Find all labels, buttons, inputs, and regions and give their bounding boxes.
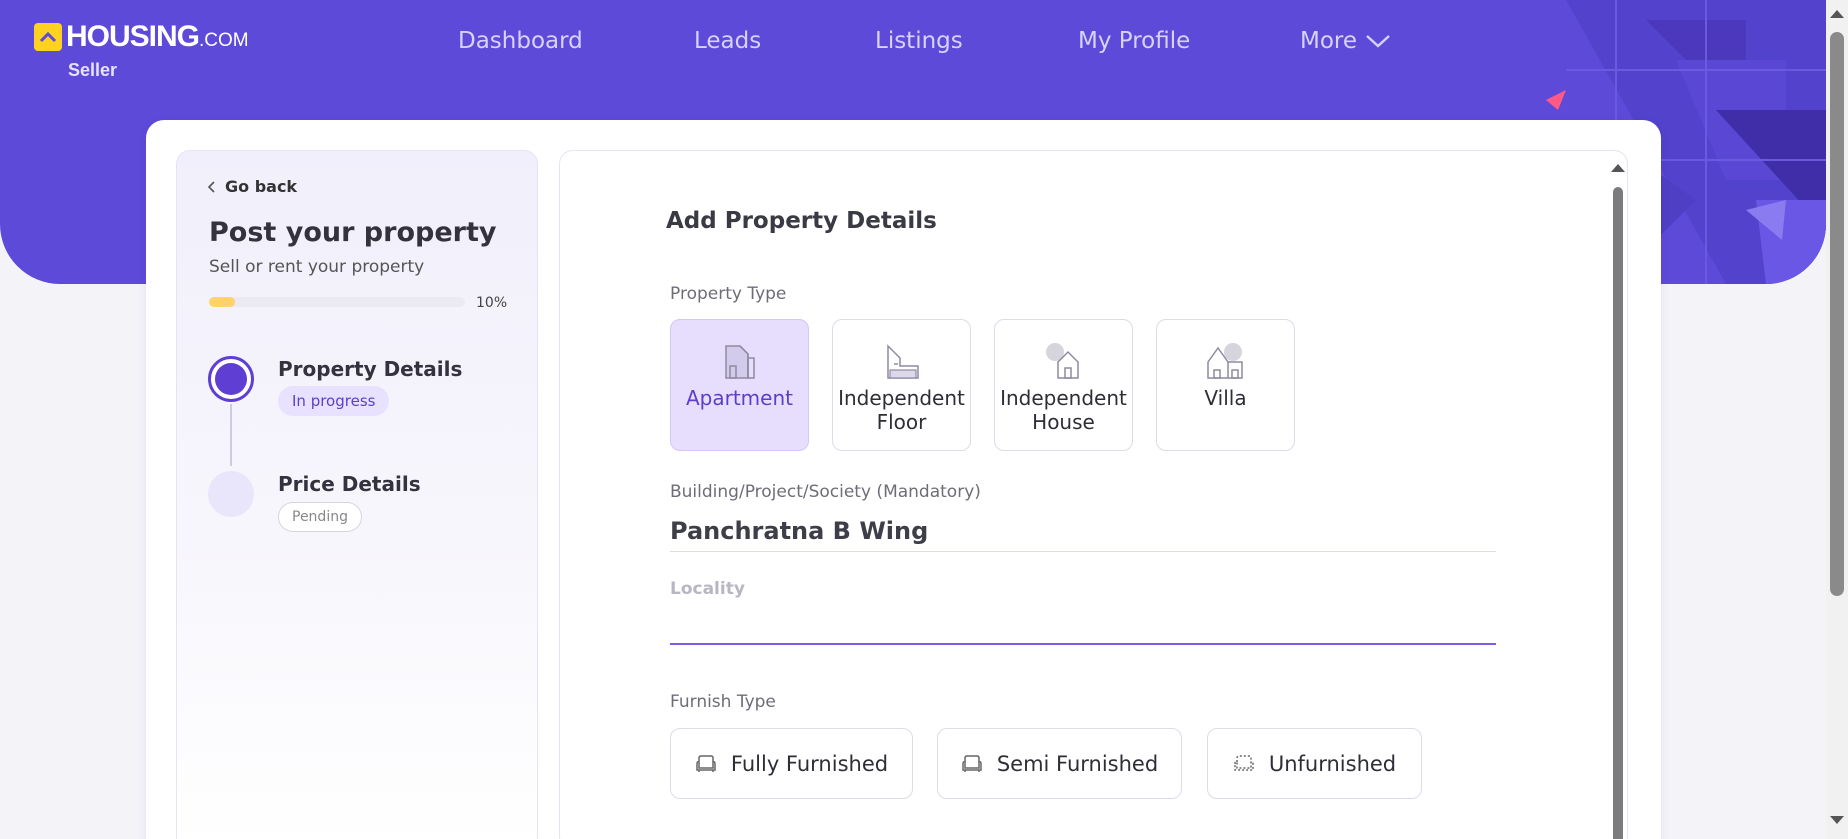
logo-mark-icon bbox=[34, 23, 62, 51]
sidebar-title: Post your property bbox=[209, 217, 497, 248]
window-scrollbar-thumb[interactable] bbox=[1830, 32, 1844, 596]
sofa-icon bbox=[962, 754, 982, 772]
furnish-type-semi-furnished[interactable]: Semi Furnished bbox=[937, 728, 1182, 799]
property-type-label-villa: Villa bbox=[1204, 386, 1247, 410]
progress-bar bbox=[209, 297, 465, 307]
furnish-type-fully-furnished[interactable]: Fully Furnished bbox=[670, 728, 913, 799]
locality-field-underline bbox=[670, 643, 1496, 645]
form-title: Add Property Details bbox=[666, 208, 937, 234]
building-label: Building/Project/Society (Mandatory) bbox=[670, 482, 981, 502]
progress-percent: 10% bbox=[476, 295, 508, 311]
window-scroll-down-arrow[interactable] bbox=[1830, 816, 1844, 824]
chevron-left-icon bbox=[207, 180, 215, 193]
property-type-label-apartment: Apartment bbox=[685, 386, 793, 410]
chevron-down-icon bbox=[1366, 35, 1390, 48]
nav-item-my-profile[interactable]: My Profile bbox=[1078, 28, 1190, 54]
step-connector bbox=[230, 404, 232, 466]
locality-input[interactable] bbox=[670, 600, 1496, 640]
locality-label: Locality bbox=[670, 579, 745, 599]
form-scroll-up-arrow[interactable] bbox=[1611, 164, 1625, 172]
page: HOUSING.COM Seller Dashboard Leads Listi… bbox=[0, 0, 1848, 839]
building-field[interactable]: Panchratna B Wing bbox=[670, 517, 928, 545]
go-back-link[interactable]: Go back bbox=[207, 177, 297, 196]
apartment-icon bbox=[724, 345, 755, 379]
property-type-label-independent-house: Independent House bbox=[1000, 386, 1127, 434]
nav-item-dashboard[interactable]: Dashboard bbox=[458, 28, 583, 54]
form-scrollbar-thumb[interactable] bbox=[1613, 187, 1623, 839]
nav-item-listings[interactable]: Listings bbox=[875, 28, 963, 54]
property-type-apartment[interactable]: Apartment bbox=[670, 319, 809, 451]
step-price-details-indicator bbox=[208, 471, 254, 517]
step-pending-dot bbox=[208, 471, 254, 517]
property-type-villa[interactable]: Villa bbox=[1156, 319, 1295, 451]
furnish-type-unfurnished[interactable]: Unfurnished bbox=[1207, 728, 1422, 799]
status-badge-pending: Pending bbox=[278, 502, 362, 532]
independent-house-icon bbox=[1045, 343, 1079, 379]
step-title-property-details: Property Details bbox=[278, 357, 463, 381]
sidebar-subtitle: Sell or rent your property bbox=[209, 257, 425, 277]
step-title-price-details: Price Details bbox=[278, 472, 421, 496]
sofa-icon bbox=[696, 754, 716, 772]
logo-subtitle: Seller bbox=[68, 60, 118, 80]
furnish-type-label-semi-furnished: Semi Furnished bbox=[996, 751, 1159, 776]
property-type-label: Property Type bbox=[670, 284, 787, 304]
step-active-dot bbox=[208, 356, 254, 402]
nav-more-label: More bbox=[1300, 28, 1358, 54]
property-type-independent-house[interactable]: Independent House bbox=[994, 319, 1133, 451]
go-back-label: Go back bbox=[225, 177, 298, 196]
step-property-details-indicator bbox=[208, 356, 254, 402]
independent-floor-icon bbox=[886, 344, 919, 379]
empty-sofa-icon bbox=[1234, 754, 1254, 771]
furnish-type-label: Furnish Type bbox=[670, 692, 776, 712]
building-field-underline bbox=[670, 551, 1496, 552]
villa-icon bbox=[1206, 343, 1243, 379]
furnish-type-label-unfurnished: Unfurnished bbox=[1268, 751, 1397, 776]
logo-text: HOUSING.COM bbox=[66, 20, 249, 53]
progress-bar-fill bbox=[209, 297, 235, 307]
nav-item-more[interactable]: More bbox=[1300, 28, 1391, 54]
housing-logo[interactable]: HOUSING.COM bbox=[34, 20, 249, 54]
property-type-label-independent-floor: Independent Floor bbox=[838, 386, 965, 434]
status-badge-in-progress: In progress bbox=[278, 386, 390, 416]
property-type-independent-floor[interactable]: Independent Floor bbox=[832, 319, 971, 451]
nav-item-leads[interactable]: Leads bbox=[694, 28, 761, 54]
furnish-type-label-fully-furnished: Fully Furnished bbox=[730, 751, 889, 776]
window-scroll-up-arrow[interactable] bbox=[1830, 10, 1844, 18]
